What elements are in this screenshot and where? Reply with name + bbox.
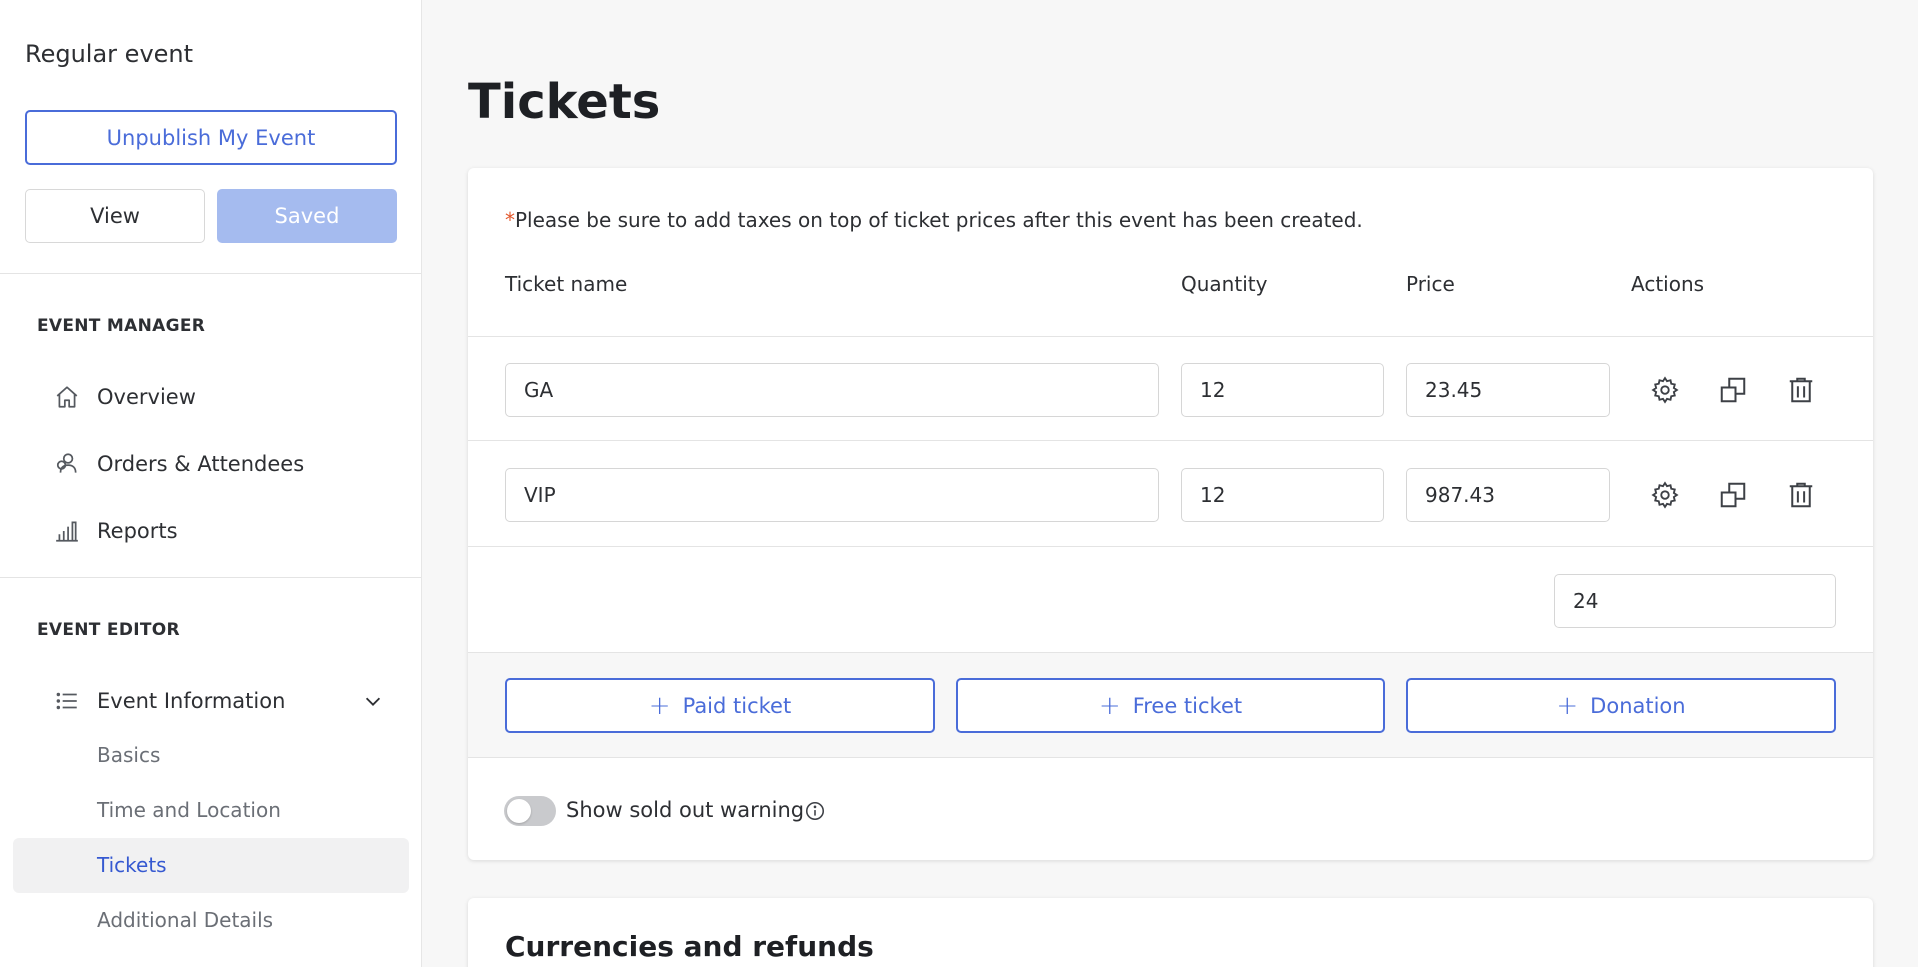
- ticket-quantity-input[interactable]: 12: [1181, 363, 1384, 417]
- row-divider: [468, 440, 1873, 441]
- ticket-price-input[interactable]: 23.45: [1406, 363, 1610, 417]
- column-header-price: Price: [1406, 272, 1455, 296]
- sidebar: Regular event Unpublish My Event View Sa…: [0, 0, 422, 967]
- page-title: Tickets: [468, 74, 661, 130]
- sidebar-item-label: Orders & Attendees: [97, 452, 305, 476]
- attendees-icon: [52, 449, 82, 479]
- sidebar-divider: [0, 577, 421, 578]
- plus-icon: +: [648, 690, 671, 721]
- tax-note-text: Please be sure to add taxes on top of ti…: [515, 208, 1363, 232]
- column-header-actions: Actions: [1631, 272, 1705, 296]
- sidebar-subitem-tickets[interactable]: Tickets: [97, 853, 167, 877]
- trash-icon[interactable]: [1783, 372, 1819, 408]
- add-paid-ticket-label: Paid ticket: [682, 693, 792, 718]
- sidebar-item-orders-attendees[interactable]: Orders & Attendees: [52, 444, 304, 484]
- ticket-price-input[interactable]: 987.43: [1406, 468, 1610, 522]
- event-name: Regular event: [25, 40, 194, 68]
- ticket-quantity-input[interactable]: 12: [1181, 468, 1384, 522]
- duplicate-icon[interactable]: [1715, 372, 1751, 408]
- sidebar-divider: [0, 273, 421, 274]
- timeslot-capacity-input[interactable]: 24: [1554, 574, 1836, 628]
- sidebar-item-label: Event Information: [97, 689, 286, 713]
- sidebar-item-event-information[interactable]: Event Information: [52, 681, 285, 721]
- sold-out-warning-toggle[interactable]: [504, 796, 556, 826]
- unpublish-button[interactable]: Unpublish My Event: [25, 110, 397, 165]
- saved-button[interactable]: Saved: [217, 189, 397, 243]
- view-button[interactable]: View: [25, 189, 205, 243]
- tax-note: *Please be sure to add taxes on top of t…: [505, 208, 1363, 232]
- sidebar-subitem-basics[interactable]: Basics: [97, 743, 160, 767]
- chevron-down-icon[interactable]: [362, 690, 384, 712]
- list-icon: [52, 686, 82, 716]
- currencies-title: Currencies and refunds: [505, 930, 874, 963]
- sidebar-subitem-additional-details[interactable]: Additional Details: [97, 908, 273, 932]
- required-star: *: [505, 208, 515, 232]
- ticket-name-input[interactable]: VIP: [505, 468, 1159, 522]
- row-divider: [468, 546, 1873, 547]
- event-editor-heading: EVENT EDITOR: [37, 620, 180, 640]
- add-free-ticket-label: Free ticket: [1132, 693, 1243, 718]
- sold-out-warning-label: Show sold out warning: [566, 798, 805, 822]
- sidebar-item-label: Reports: [97, 519, 178, 543]
- add-donation-button[interactable]: + Donation: [1406, 678, 1836, 733]
- settings-gear-icon[interactable]: [1647, 372, 1683, 408]
- settings-gear-icon[interactable]: [1647, 477, 1683, 513]
- plus-icon: +: [1556, 690, 1579, 721]
- toggle-knob: [507, 799, 531, 823]
- add-paid-ticket-button[interactable]: + Paid ticket: [505, 678, 935, 733]
- plus-icon: +: [1098, 690, 1121, 721]
- info-icon[interactable]: [804, 800, 826, 822]
- trash-icon[interactable]: [1783, 477, 1819, 513]
- bar-chart-icon: [52, 516, 82, 546]
- event-manager-heading: EVENT MANAGER: [37, 316, 206, 336]
- currencies-card: Currencies and refunds: [468, 898, 1873, 967]
- add-free-ticket-button[interactable]: + Free ticket: [956, 678, 1385, 733]
- column-header-name: Ticket name: [505, 272, 628, 296]
- sidebar-item-reports[interactable]: Reports: [52, 511, 178, 551]
- ticket-name-input[interactable]: GA: [505, 363, 1159, 417]
- duplicate-icon[interactable]: [1715, 477, 1751, 513]
- tickets-card: *Please be sure to add taxes on top of t…: [468, 168, 1873, 860]
- row-divider: [468, 336, 1873, 337]
- sidebar-subitem-time-location[interactable]: Time and Location: [97, 798, 281, 822]
- add-donation-label: Donation: [1590, 693, 1686, 718]
- active-item-highlight: [13, 838, 409, 893]
- home-icon: [52, 382, 82, 412]
- column-header-quantity: Quantity: [1181, 272, 1268, 296]
- sidebar-item-overview[interactable]: Overview: [52, 377, 196, 417]
- sidebar-item-label: Overview: [97, 385, 196, 409]
